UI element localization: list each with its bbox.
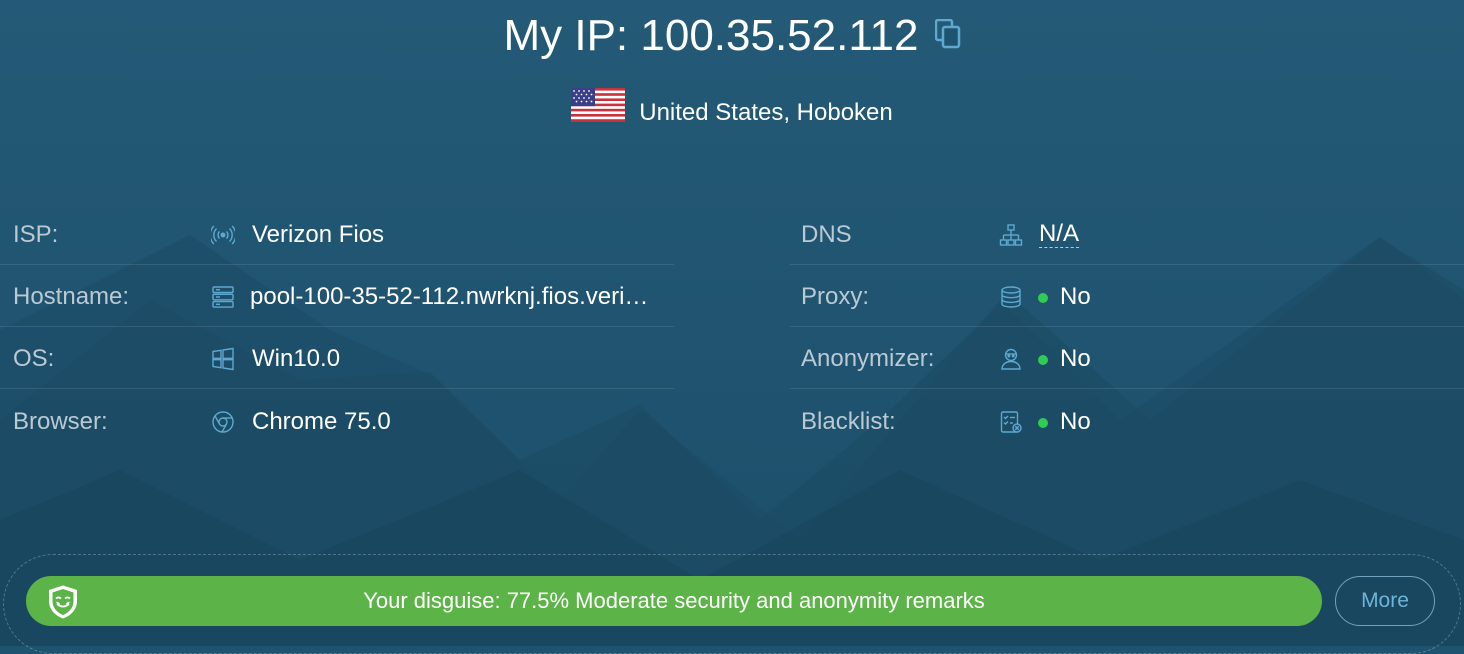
disguise-text: Your disguise: 77.5% Moderate security a…	[363, 588, 985, 613]
us-flag-icon	[571, 88, 626, 135]
database-icon	[999, 285, 1023, 309]
row-hostname: Hostname: pool-100-35-52-112.nwrknj.fios…	[0, 265, 674, 327]
proxy-value: No	[1060, 283, 1091, 310]
row-dns: DNS N/A	[790, 203, 1464, 265]
row-anonymizer: Anonymizer: No	[790, 327, 1464, 389]
isp-value: Verizon Fios	[252, 221, 385, 248]
ip-title: My IP: 100.35.52.112	[0, 10, 1464, 62]
anonymizer-label: Anonymizer:	[801, 345, 935, 372]
proxy-status-dot	[1038, 293, 1048, 303]
isp-label: ISP:	[13, 221, 59, 248]
row-os: OS: Win10.0	[0, 327, 674, 389]
disguise-bar: Your disguise: 77.5% Moderate security a…	[26, 576, 1322, 626]
location-text: United States, Hoboken	[639, 98, 893, 126]
row-browser: Browser: Chrome 75.0	[0, 390, 674, 452]
dns-label: DNS	[801, 221, 852, 248]
chrome-icon	[211, 410, 235, 434]
server-icon	[211, 285, 235, 309]
os-label: OS:	[13, 345, 55, 372]
checklist-icon	[999, 410, 1023, 434]
row-blacklist: Blacklist: No	[790, 390, 1464, 452]
antenna-signal-icon	[209, 223, 237, 247]
blacklist-status-dot	[1038, 418, 1048, 428]
os-value: Win10.0	[252, 345, 341, 372]
network-tree-icon	[999, 223, 1023, 247]
hostname-label: Hostname:	[13, 283, 130, 310]
copy-icon[interactable]	[934, 9, 961, 61]
more-button[interactable]: More	[1335, 576, 1435, 626]
anonymizer-status-dot	[1038, 355, 1048, 365]
anonymous-user-icon	[999, 347, 1023, 371]
ip-title-text: My IP: 100.35.52.112	[503, 11, 919, 60]
browser-label: Browser:	[13, 408, 108, 435]
blacklist-label: Blacklist:	[801, 408, 896, 435]
blacklist-value: No	[1060, 408, 1091, 435]
dns-value[interactable]: N/A	[1039, 221, 1080, 248]
row-isp: ISP: Verizon Fios	[0, 203, 674, 265]
windows-icon	[211, 347, 235, 371]
location: United States, Hoboken	[0, 88, 1464, 135]
proxy-label: Proxy:	[801, 283, 870, 310]
browser-value: Chrome 75.0	[252, 408, 391, 435]
row-proxy: Proxy: No	[790, 265, 1464, 327]
anonymizer-value: No	[1060, 345, 1091, 372]
hostname-value: pool-100-35-52-112.nwrknj.fios.veri…	[250, 283, 649, 310]
